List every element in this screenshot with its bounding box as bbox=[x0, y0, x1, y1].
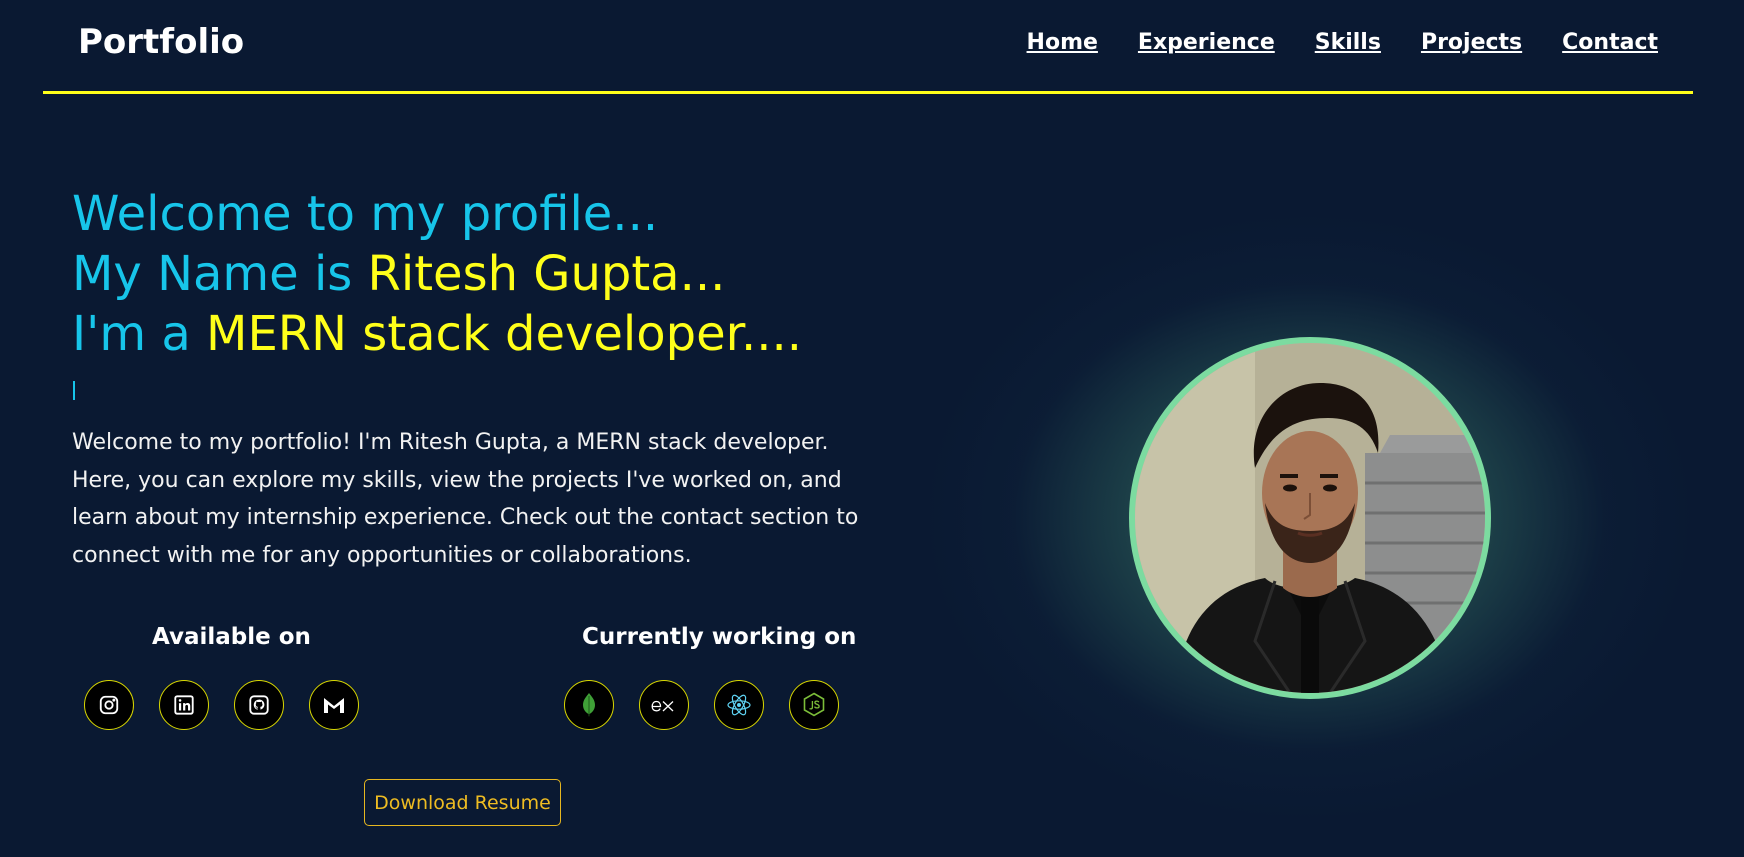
react-icon[interactable] bbox=[714, 680, 764, 730]
instagram-icon[interactable] bbox=[84, 680, 134, 730]
mongodb-icon[interactable] bbox=[564, 680, 614, 730]
nav-link-home[interactable]: Home bbox=[1027, 30, 1098, 55]
nav-link-contact[interactable]: Contact bbox=[1562, 30, 1658, 55]
social-icons bbox=[84, 680, 359, 730]
currently-working-title: Currently working on bbox=[582, 624, 857, 650]
typing-cursor bbox=[73, 381, 75, 400]
gmail-icon[interactable] bbox=[309, 680, 359, 730]
tech-icons bbox=[564, 680, 839, 730]
profile-photo bbox=[1129, 337, 1491, 699]
github-icon[interactable] bbox=[234, 680, 284, 730]
brand-logo[interactable]: Portfolio bbox=[78, 22, 244, 62]
nav-link-experience[interactable]: Experience bbox=[1138, 30, 1275, 55]
nav-links: Home Experience Skills Projects Contact bbox=[1027, 30, 1658, 55]
hero-line-name-prefix: My Name is bbox=[72, 246, 368, 302]
nav-link-projects[interactable]: Projects bbox=[1421, 30, 1522, 55]
nodejs-icon[interactable] bbox=[789, 680, 839, 730]
hero-line-role: MERN stack developer.... bbox=[206, 306, 802, 362]
nav-link-skills[interactable]: Skills bbox=[1315, 30, 1381, 55]
hero-heading: Welcome to my profile... My Name is Rite… bbox=[72, 184, 802, 364]
download-resume-button[interactable]: Download Resume bbox=[364, 779, 561, 826]
linkedin-icon[interactable] bbox=[159, 680, 209, 730]
hero-line-welcome: Welcome to my profile... bbox=[72, 186, 659, 242]
available-on-title: Available on bbox=[152, 624, 311, 650]
intro-paragraph: Welcome to my portfolio! I'm Ritesh Gupt… bbox=[72, 430, 859, 568]
hero-line-name: Ritesh Gupta... bbox=[367, 246, 726, 302]
express-icon[interactable] bbox=[639, 680, 689, 730]
hero-line-role-prefix: I'm a bbox=[72, 306, 207, 362]
navbar: Portfolio Home Experience Skills Project… bbox=[43, 0, 1693, 94]
